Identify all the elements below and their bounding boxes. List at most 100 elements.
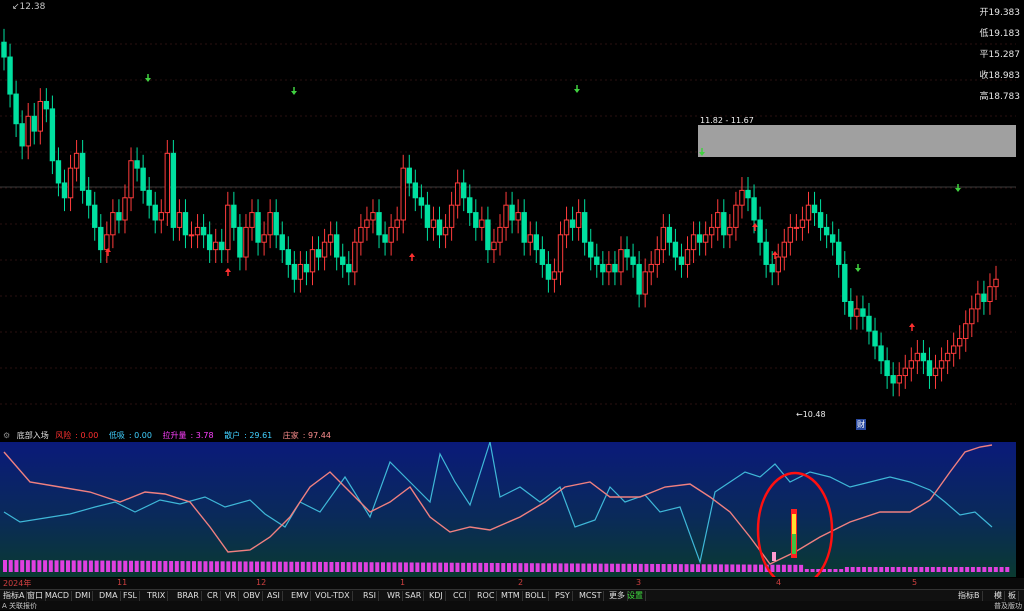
candle-body xyxy=(848,300,854,317)
volume-bar xyxy=(902,567,907,572)
x-axis-label: 11 xyxy=(117,578,128,587)
candle-body xyxy=(902,367,908,377)
indicator-chart[interactable] xyxy=(0,442,1016,577)
tab-设置[interactable]: 设置 xyxy=(625,591,646,601)
x-axis-label: 2024年 xyxy=(3,579,32,588)
candle-body xyxy=(412,182,419,199)
tab-dmi[interactable]: DMI xyxy=(73,591,94,601)
candle-body xyxy=(569,219,576,228)
tab-obv[interactable]: OBV xyxy=(241,591,264,601)
volume-bar xyxy=(106,560,111,572)
tab-mtm[interactable]: MTM xyxy=(499,591,523,601)
low-price-label: 低19.183 xyxy=(979,29,1020,39)
candle-body xyxy=(981,293,987,302)
candle-body xyxy=(448,204,455,228)
candle-body xyxy=(763,241,769,265)
volume-bar xyxy=(885,567,889,572)
volume-bar xyxy=(415,562,420,572)
candle-body xyxy=(908,360,915,369)
volume-bar xyxy=(25,560,30,572)
candle-body xyxy=(55,160,62,184)
candle-body xyxy=(944,352,951,362)
candle-body xyxy=(938,360,945,369)
tab-mcst[interactable]: MCST xyxy=(577,591,605,601)
candle-body xyxy=(872,330,878,347)
tab-fsl[interactable]: FSL xyxy=(121,591,140,601)
candle-body xyxy=(842,263,848,302)
tab-boll[interactable]: BOLL xyxy=(523,591,549,601)
tab-vr[interactable]: VR xyxy=(223,591,240,601)
volume-bar xyxy=(770,564,775,572)
volume-bar xyxy=(959,567,964,572)
volume-bar xyxy=(358,562,363,572)
candle-body xyxy=(376,212,382,236)
tab-dma[interactable]: DMA xyxy=(97,591,121,601)
min-price-marker: ←10.48 xyxy=(796,410,826,419)
volume-bar xyxy=(369,562,374,572)
volume-bar xyxy=(129,560,133,572)
tab-rsi[interactable]: RSI xyxy=(361,591,379,601)
tab-cci[interactable]: CCI xyxy=(451,591,470,601)
volume-bar xyxy=(747,564,752,572)
volume-bar xyxy=(209,561,214,572)
tab-psy[interactable]: PSY xyxy=(553,591,573,601)
volume-bar xyxy=(1005,567,1010,572)
volume-bar xyxy=(673,564,678,572)
candle-body xyxy=(630,256,636,265)
tab-brar[interactable]: BRAR xyxy=(175,591,202,601)
volume-bar xyxy=(804,569,809,572)
legend-risk: 风险: 0.00 xyxy=(55,431,99,440)
candle-body xyxy=(654,249,660,265)
candle-body xyxy=(31,115,37,132)
candle-body xyxy=(817,212,824,228)
tab-wr[interactable]: WR xyxy=(385,591,404,601)
volume-bar xyxy=(432,562,437,572)
candle-body xyxy=(346,263,352,273)
volume-bar xyxy=(466,562,471,572)
tab-模[interactable]: 模 xyxy=(992,591,1005,601)
candle-body xyxy=(164,152,171,214)
volume-bar xyxy=(501,563,506,572)
candle-body xyxy=(442,226,449,236)
volume-bar xyxy=(20,560,25,572)
volume-bar xyxy=(478,562,483,572)
financial-marker[interactable]: 财 xyxy=(856,419,866,430)
candle-body xyxy=(61,182,68,199)
tab-板[interactable]: 板 xyxy=(1006,591,1019,601)
volume-bar xyxy=(495,563,500,572)
candle-body xyxy=(963,323,969,340)
candle-body xyxy=(273,212,279,236)
tab-指标B[interactable]: 指标B xyxy=(956,591,983,601)
volume-bar xyxy=(266,561,271,572)
volume-bar xyxy=(409,562,414,572)
settings-icon[interactable]: ⚙ xyxy=(3,431,10,440)
tab-kdj[interactable]: KDJ xyxy=(427,591,446,601)
volume-bar xyxy=(3,560,7,572)
candle-body xyxy=(636,263,642,295)
volume-bar xyxy=(575,563,580,572)
buy-arrow-icon xyxy=(752,223,758,227)
tab-sar[interactable]: SAR xyxy=(403,591,425,601)
tab-指标a[interactable]: 指标A xyxy=(1,591,28,601)
volume-bar xyxy=(449,562,454,572)
tab-emv[interactable]: EMV xyxy=(289,591,312,601)
volume-bar xyxy=(793,564,798,572)
volume-bar xyxy=(787,564,792,572)
candle-body xyxy=(85,189,92,206)
volume-bar xyxy=(77,560,82,572)
tab-vol-tdx[interactable]: VOL-TDX xyxy=(313,591,353,601)
candlestick-chart[interactable] xyxy=(0,0,1024,425)
volume-bar xyxy=(146,560,151,572)
tab-cr[interactable]: CR xyxy=(205,591,222,601)
tab-asi[interactable]: ASI xyxy=(265,591,283,601)
volume-bar xyxy=(707,564,712,572)
volume-bar xyxy=(151,560,156,572)
tab-roc[interactable]: ROC xyxy=(475,591,498,601)
candle-body xyxy=(769,263,775,273)
volume-bar xyxy=(753,564,758,572)
indicator-title[interactable]: 底部入场 xyxy=(17,431,49,440)
tab-trix[interactable]: TRIX xyxy=(145,591,169,601)
tab-macd[interactable]: MACD xyxy=(43,591,72,601)
volume-bar xyxy=(535,563,540,572)
volume-bar xyxy=(913,567,918,572)
